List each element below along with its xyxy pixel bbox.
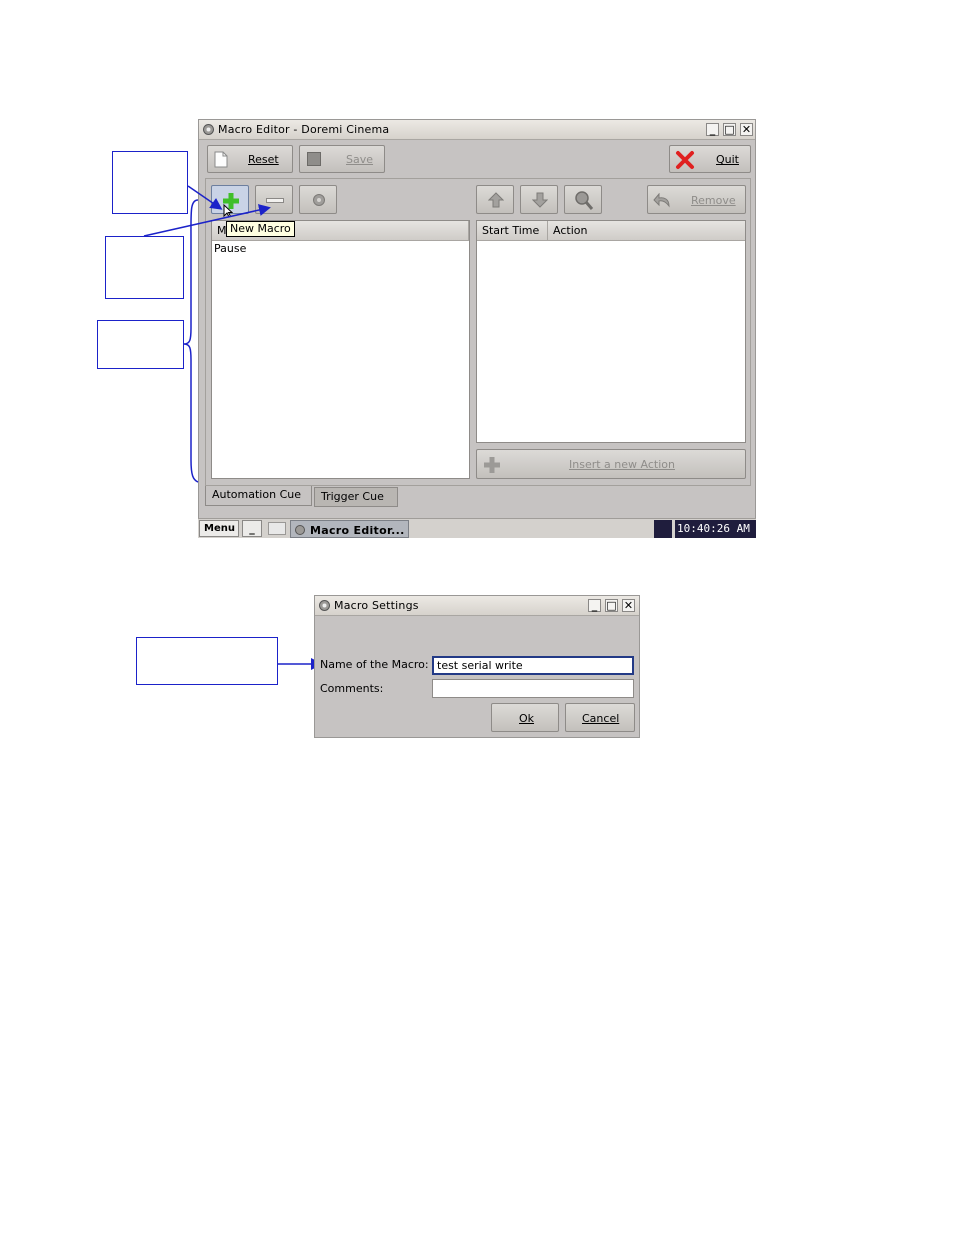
macro-settings-dialog: Macro Settings _ □ ✕ Name of the Macro: … <box>314 595 640 738</box>
dialog-title: Macro Settings <box>334 599 419 612</box>
dialog-gear-icon <box>319 600 330 611</box>
name-label: Name of the Macro: <box>320 658 429 671</box>
dialog-titlebar: Macro Settings _ □ ✕ <box>315 596 639 616</box>
cancel-label: Cancel <box>582 712 620 725</box>
dialog-close-button[interactable]: ✕ <box>622 599 635 612</box>
comments-label: Comments: <box>320 682 384 695</box>
comments-field[interactable] <box>432 679 634 698</box>
dialog-minimize-button[interactable]: _ <box>588 599 601 612</box>
macro-name-field[interactable]: test serial write <box>432 656 634 675</box>
ok-label: Ok <box>519 712 535 725</box>
cancel-button[interactable]: Cancel <box>565 703 635 732</box>
ok-button[interactable]: Ok <box>491 703 559 732</box>
dialog-maximize-button[interactable]: □ <box>605 599 618 612</box>
